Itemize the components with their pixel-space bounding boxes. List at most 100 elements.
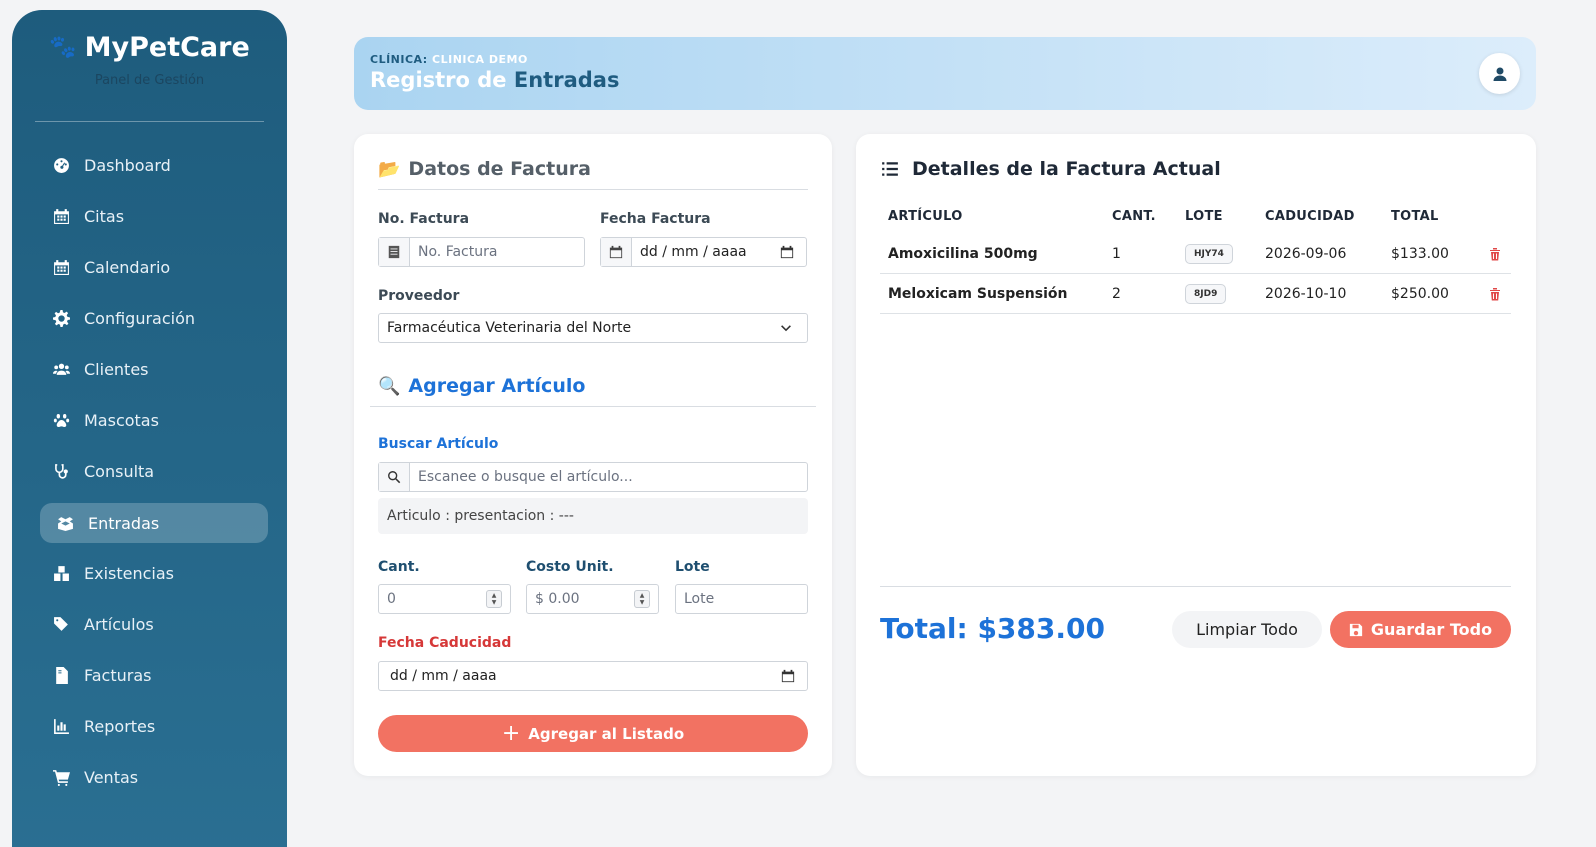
sidebar-item-label: Ventas (84, 767, 139, 787)
costo-unit-stepper[interactable]: $ 0.00 ▲ ▼ (526, 584, 659, 614)
sidebar-item-clientes[interactable]: Clientes (40, 349, 268, 389)
no-factura-field[interactable]: No. Factura (378, 237, 585, 267)
trash-icon[interactable] (1489, 246, 1501, 261)
stepper-arrows[interactable]: ▲ ▼ (634, 590, 650, 608)
calendar-icon (52, 258, 70, 276)
sidebar-item-label: Clientes (84, 359, 149, 379)
col-total: TOTAL (1391, 209, 1439, 224)
paw-icon (52, 411, 70, 429)
lote-field[interactable]: Lote (675, 584, 808, 614)
cell-articulo: Meloxicam Suspensión (888, 286, 1068, 302)
col-caducidad: CADUCIDAD (1265, 209, 1355, 224)
fecha-factura-field[interactable]: dd / mm / aaaa (600, 237, 807, 267)
invoice-data-title-text: Datos de Factura (408, 158, 591, 180)
sidebar-item-mascotas[interactable]: Mascotas (40, 400, 268, 440)
col-articulo: ARTÍCULO (888, 209, 963, 224)
search-placeholder: Escanee o busque el artículo... (418, 469, 633, 485)
brand-name: MyPetCare (84, 32, 250, 63)
sidebar-item-configuracion[interactable]: Configuración (40, 298, 268, 338)
cant-label: Cant. (378, 559, 420, 575)
search-input[interactable]: Escanee o busque el artículo... (378, 462, 808, 492)
fecha-factura-placeholder: dd / mm / aaaa (640, 244, 747, 260)
caducidad-placeholder: dd / mm / aaaa (390, 668, 497, 684)
caducidad-label: Fecha Caducidad (378, 635, 512, 651)
cell-cant: 1 (1112, 246, 1121, 262)
paw-icon: 🐾 (49, 35, 77, 60)
trash-icon[interactable] (1489, 286, 1501, 301)
calendar-icon (52, 207, 70, 225)
sidebar-item-label: Entradas (88, 513, 160, 533)
user-menu-button[interactable] (1479, 53, 1520, 94)
invoice-icon (52, 666, 70, 684)
dashboard-icon (52, 156, 70, 174)
boxes-icon (56, 514, 74, 532)
page-title-main: Entradas (513, 68, 620, 92)
clear-all-button[interactable]: Limpiar Todo (1172, 611, 1322, 648)
sidebar-item-label: Dashboard (84, 155, 171, 175)
section-divider (370, 406, 816, 407)
date-picker-icon[interactable] (780, 245, 794, 259)
sidebar-item-facturas[interactable]: Facturas (40, 655, 268, 695)
gear-icon (52, 309, 70, 327)
date-picker-icon[interactable] (781, 669, 795, 683)
sidebar-item-label: Calendario (84, 257, 171, 277)
sidebar-item-label: Consulta (84, 461, 155, 481)
total-divider (880, 586, 1511, 587)
section-divider (378, 189, 808, 190)
folder-icon: 📂 (378, 158, 401, 180)
magnifier-icon: 🔍 (378, 375, 401, 397)
lote-badge: 8JD9 (1185, 284, 1227, 304)
details-title: Detalles de la Factura Actual (880, 158, 1221, 180)
invoice-details-card: Detalles de la Factura Actual ARTÍCULO C… (856, 134, 1536, 776)
sidebar-item-ventas[interactable]: Ventas (40, 757, 268, 797)
clinic-line: CLÍNICA: CLINICA DEMO (370, 53, 528, 66)
stepper-arrows[interactable]: ▲ ▼ (486, 590, 502, 608)
sidebar-item-existencias[interactable]: Existencias (40, 553, 268, 593)
cell-cant: 2 (1112, 286, 1121, 302)
stock-icon (52, 564, 70, 582)
sidebar-item-entradas[interactable]: Entradas (40, 503, 268, 543)
clinic-label: CLÍNICA: (370, 53, 428, 66)
sidebar-item-label: Reportes (84, 716, 156, 736)
details-title-text: Detalles de la Factura Actual (912, 158, 1221, 180)
invoice-form-card: 📂 Datos de Factura No. Factura No. Factu… (354, 134, 832, 776)
chevron-down-icon (781, 325, 791, 332)
brand-title[interactable]: 🐾 MyPetCare (49, 32, 250, 63)
calendar-icon (601, 238, 632, 266)
sidebar: 🐾 MyPetCare Panel de Gestión Dashboard C… (12, 10, 287, 847)
page-title-prefix: Registro de (370, 68, 507, 92)
add-item-title: 🔍 Agregar Artículo (378, 375, 585, 397)
plus-icon: + (501, 720, 521, 746)
caducidad-field[interactable]: dd / mm / aaaa (378, 661, 808, 691)
sidebar-item-dashboard[interactable]: Dashboard (40, 145, 268, 185)
sidebar-item-consulta[interactable]: Consulta (40, 451, 268, 491)
cant-value: 0 (387, 591, 396, 607)
sidebar-item-reportes[interactable]: Reportes (40, 706, 268, 746)
proveedor-select[interactable]: Farmacéutica Veterinaria del Norte (378, 313, 808, 343)
sidebar-item-calendario[interactable]: Calendario (40, 247, 268, 287)
clinic-name: CLINICA DEMO (432, 53, 528, 66)
save-all-label: Guardar Todo (1370, 620, 1493, 639)
add-item-title-text: Agregar Artículo (408, 375, 586, 397)
sidebar-item-citas[interactable]: Citas (40, 196, 268, 236)
save-icon (1349, 623, 1363, 636)
sidebar-divider (35, 121, 264, 122)
table-row: Amoxicilina 500mg 1 HJY74 2026-09-06 $13… (880, 234, 1511, 274)
users-icon (52, 360, 70, 378)
col-cant: CANT. (1112, 209, 1156, 224)
proveedor-selected: Farmacéutica Veterinaria del Norte (387, 320, 632, 336)
brand-subtitle: Panel de Gestión (94, 73, 205, 88)
add-to-list-button[interactable]: + Agregar al Listado (378, 715, 808, 752)
list-icon (882, 162, 898, 176)
cart-icon (52, 768, 70, 786)
invoice-data-title: 📂 Datos de Factura (378, 158, 591, 180)
sidebar-item-label: Facturas (84, 665, 152, 685)
search-icon (379, 463, 410, 491)
fecha-factura-label: Fecha Factura (600, 211, 711, 227)
brand: 🐾 MyPetCare Panel de Gestión (12, 32, 287, 88)
cell-caducidad: 2026-10-10 (1265, 286, 1347, 302)
save-all-button[interactable]: Guardar Todo (1330, 611, 1511, 648)
cant-stepper[interactable]: 0 ▲ ▼ (378, 584, 511, 614)
sidebar-item-articulos[interactable]: Artículos (40, 604, 268, 644)
costo-unit-value: $ 0.00 (535, 591, 580, 607)
